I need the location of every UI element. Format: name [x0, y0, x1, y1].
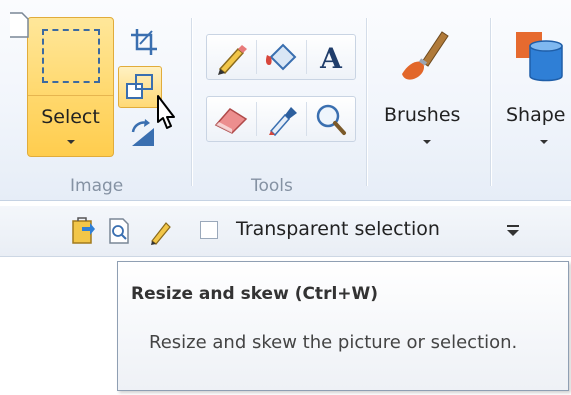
tooltip-title: Resize and skew (Ctrl+W) — [131, 284, 379, 304]
crop-icon[interactable] — [128, 26, 160, 58]
select-button-label: Select — [41, 106, 100, 128]
tooltip-description: Resize and skew the picture or selection… — [149, 332, 518, 353]
transparent-selection-label[interactable]: Transparent selection — [236, 218, 440, 240]
brushes-button[interactable]: Brushes — [378, 18, 478, 158]
brushes-label: Brushes — [384, 104, 461, 126]
shapes-icon — [516, 32, 563, 82]
chevron-down-icon — [540, 140, 548, 144]
transparent-selection-checkbox[interactable] — [200, 221, 218, 239]
pencil-icon[interactable] — [208, 37, 256, 77]
select-button[interactable]: Select — [27, 17, 114, 157]
chevron-down-icon — [423, 140, 431, 144]
tools-row-1: A — [206, 34, 356, 80]
fill-bucket-icon[interactable] — [257, 37, 305, 77]
image-group-label: Image — [70, 176, 124, 196]
paste-from-icon[interactable] — [70, 217, 96, 245]
shapes-label: Shape — [506, 104, 566, 126]
tooltip: Resize and skew (Ctrl+W) Resize and skew… — [117, 261, 569, 391]
ribbon: Select Image A Tools Brushes Shape — [0, 0, 571, 201]
eraser-icon[interactable] — [208, 99, 256, 139]
svg-text:A: A — [319, 42, 343, 75]
magnifier-icon[interactable] — [307, 99, 355, 139]
shapes-button[interactable]: Shape — [500, 18, 571, 158]
pencil-icon[interactable] — [148, 217, 174, 245]
mouse-cursor-icon — [157, 95, 175, 129]
color-picker-icon[interactable] — [257, 99, 305, 139]
print-preview-icon[interactable] — [106, 217, 132, 245]
brush-icon — [402, 31, 449, 80]
chevron-down-icon — [66, 140, 75, 144]
text-icon[interactable]: A — [307, 37, 355, 77]
new-document-icon[interactable] — [10, 11, 36, 39]
dropdown-arrow-icon[interactable] — [503, 220, 523, 240]
tools-row-2 — [206, 96, 356, 142]
tools-group-label: Tools — [251, 176, 293, 196]
select-marquee-icon — [42, 29, 100, 83]
